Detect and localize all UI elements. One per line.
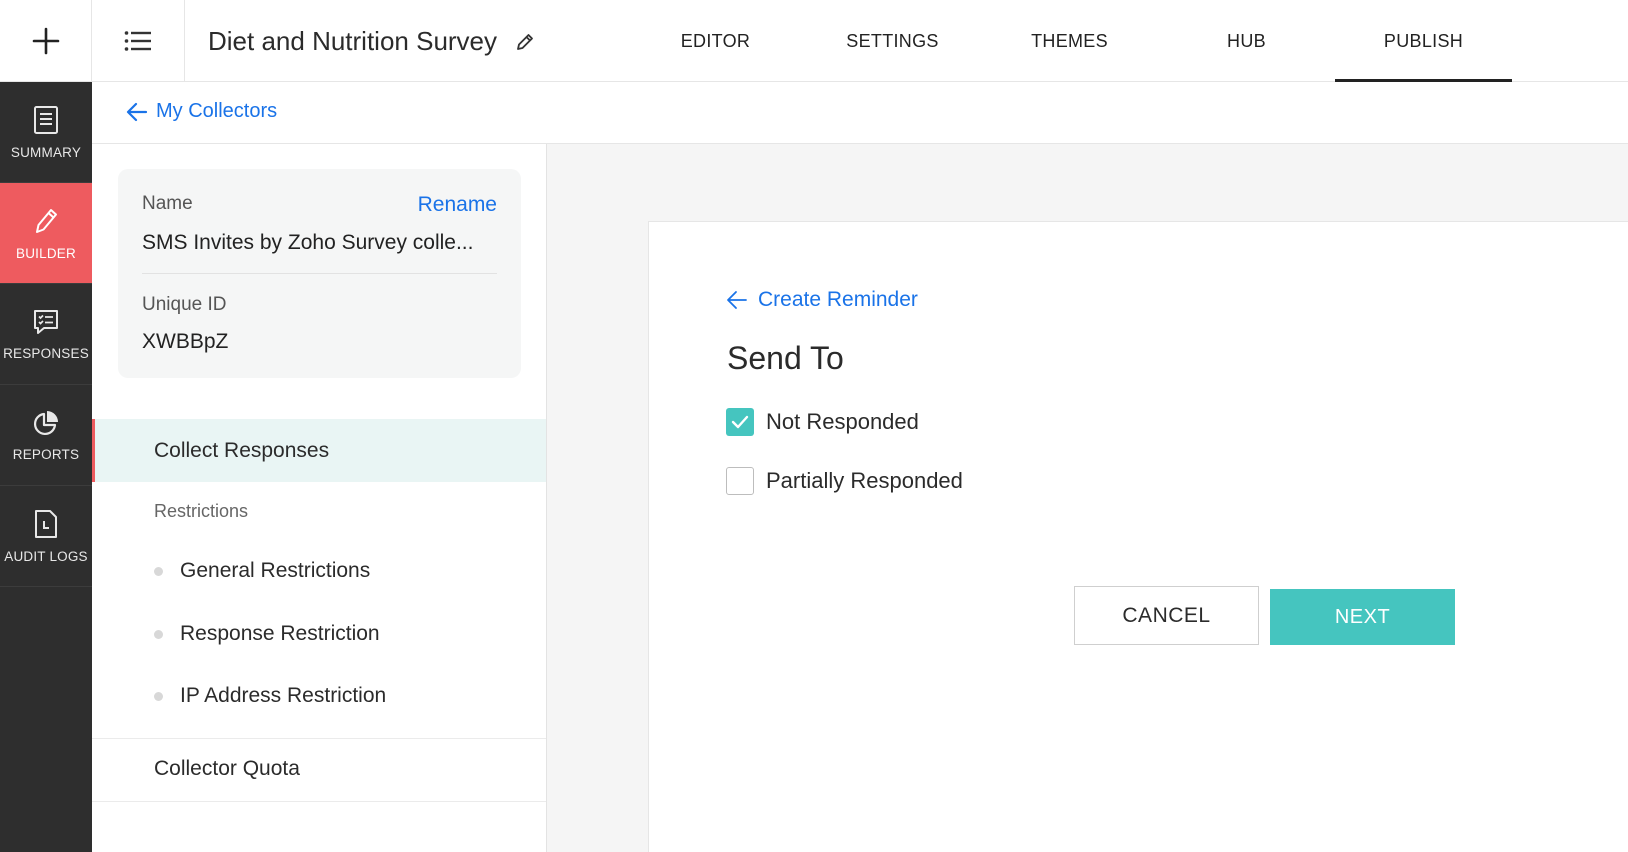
collector-settings-panel: Name Rename SMS Invites by Zoho Survey c…: [92, 144, 547, 852]
edit-title-button[interactable]: [515, 32, 535, 52]
collector-quota-item[interactable]: Collector Quota: [154, 757, 300, 781]
survey-title-text: Diet and Nutrition Survey: [208, 26, 498, 56]
tab-hub[interactable]: HUB: [1158, 0, 1335, 82]
bullet-icon: [154, 691, 163, 701]
rename-button[interactable]: Rename: [418, 193, 497, 217]
sidebar-item-responses[interactable]: RESPONSES: [0, 284, 92, 385]
not-responded-option[interactable]: Not Responded: [726, 408, 919, 436]
plus-icon: [32, 27, 59, 54]
sidebar-item-label: AUDIT LOGS: [4, 548, 88, 564]
ip-address-restriction-item[interactable]: IP Address Restriction: [154, 684, 386, 708]
main-nav-tabs: EDITOR SETTINGS THEMES HUB PUBLISH: [627, 0, 1512, 82]
partially-responded-checkbox[interactable]: [726, 467, 754, 495]
sidebar-item-builder[interactable]: BUILDER: [0, 183, 92, 284]
tab-publish[interactable]: PUBLISH: [1335, 0, 1512, 82]
survey-title: Diet and Nutrition Survey: [208, 26, 535, 57]
list-menu-icon: [124, 30, 151, 51]
sidebar-item-audit-logs[interactable]: AUDIT LOGS: [0, 486, 92, 587]
sidebar-item-label: REPORTS: [12, 446, 80, 462]
send-to-heading: Send To: [727, 340, 844, 376]
collector-name-value: SMS Invites by Zoho Survey colle...: [142, 231, 474, 254]
cancel-button[interactable]: CANCEL: [1074, 586, 1259, 645]
restriction-label: General Restrictions: [180, 559, 371, 582]
create-reminder-dialog: Create Reminder Send To Not Responded Pa…: [648, 221, 1628, 852]
chat-list-icon: [34, 309, 58, 334]
sidebar-item-label: BUILDER: [16, 245, 76, 261]
back-to-collectors-link[interactable]: My Collectors: [126, 100, 277, 123]
partially-responded-option[interactable]: Partially Responded: [726, 467, 963, 495]
arrow-left-icon: [727, 291, 747, 309]
log-file-icon: [35, 509, 57, 538]
not-responded-checkbox[interactable]: [726, 408, 754, 436]
tab-themes[interactable]: THEMES: [981, 0, 1158, 82]
collect-responses-item[interactable]: Collect Responses: [92, 419, 546, 482]
general-restrictions-item[interactable]: General Restrictions: [154, 559, 370, 583]
restriction-label: Response Restriction: [180, 622, 380, 645]
menu-button[interactable]: [92, 0, 185, 82]
option-label: Partially Responded: [766, 468, 963, 493]
bullet-icon: [154, 566, 163, 576]
restrictions-heading: Restrictions: [154, 501, 249, 521]
sidebar-item-label: SUMMARY: [10, 144, 82, 160]
sidebar-item-summary[interactable]: SUMMARY: [0, 82, 92, 183]
bullet-icon: [154, 629, 163, 639]
create-new-button[interactable]: [0, 0, 92, 82]
back-link-label: My Collectors: [156, 100, 278, 122]
card-divider: [142, 273, 497, 274]
tab-settings[interactable]: SETTINGS: [804, 0, 981, 82]
response-restriction-item[interactable]: Response Restriction: [154, 622, 380, 646]
checkmark-icon: [731, 415, 749, 429]
option-label: Not Responded: [766, 409, 919, 434]
unique-id-value: XWBBpZ: [142, 330, 229, 353]
left-sidebar: SUMMARY BUILDER RESPONSES REPORTS AUDIT …: [0, 82, 92, 852]
create-reminder-label: Create Reminder: [758, 288, 918, 311]
document-icon: [34, 105, 58, 134]
collector-info-card: Name Rename SMS Invites by Zoho Survey c…: [118, 169, 521, 378]
sidebar-item-reports[interactable]: REPORTS: [0, 385, 92, 486]
content-area: Create Reminder Send To Not Responded Pa…: [547, 144, 1628, 852]
pie-chart-icon: [33, 410, 58, 435]
sidebar-item-label: RESPONSES: [3, 345, 89, 361]
name-label: Name: [142, 193, 193, 214]
arrow-left-icon: [126, 102, 148, 121]
unique-id-label: Unique ID: [142, 294, 227, 315]
back-to-create-reminder-link[interactable]: Create Reminder: [726, 288, 918, 312]
next-button[interactable]: NEXT: [1270, 589, 1455, 645]
breadcrumb: My Collectors: [92, 82, 1628, 144]
top-header: Diet and Nutrition Survey EDITOR SETTING…: [185, 0, 1628, 82]
divider: [92, 801, 546, 802]
tab-editor[interactable]: EDITOR: [627, 0, 804, 82]
restriction-label: IP Address Restriction: [180, 684, 387, 707]
pencil-icon: [517, 33, 533, 50]
pencil-icon: [36, 208, 57, 233]
divider: [92, 738, 546, 739]
